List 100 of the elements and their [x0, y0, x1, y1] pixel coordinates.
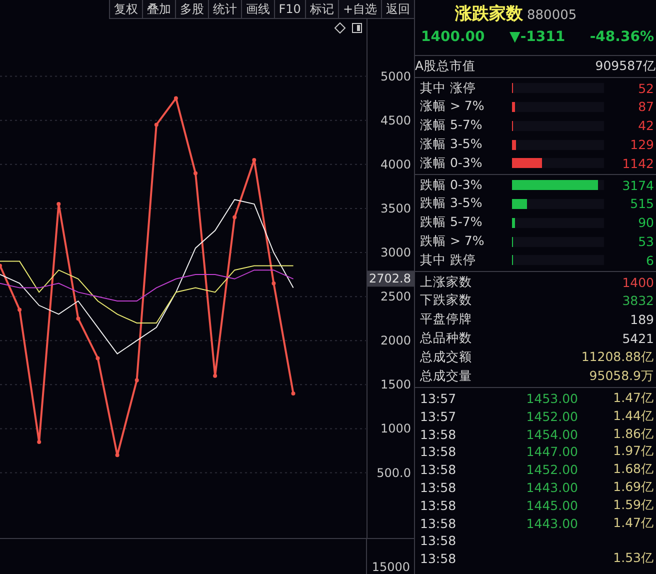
range-label: 跌幅 5-7% — [420, 214, 484, 232]
toolbar-button[interactable]: 多股 — [174, 0, 208, 19]
panel-title: 涨跌家数 — [455, 3, 523, 25]
tick-amount: 1.97亿 — [612, 443, 654, 460]
diamond-icon — [334, 22, 346, 34]
data-point — [194, 171, 198, 176]
axis-label: 4000 — [380, 157, 411, 172]
toolbar-button[interactable]: 画线 — [240, 0, 274, 19]
axis-label: 1500 — [380, 378, 411, 392]
tick-amount: 1.69亿 — [612, 478, 654, 496]
price-value: 1400.00 — [421, 29, 485, 47]
tick-price: 1454.00 — [525, 426, 578, 442]
tick-time: 13:57 — [420, 390, 458, 406]
axis-label: 500.0 — [376, 466, 411, 480]
data-point — [232, 215, 237, 220]
count-value: 6 — [646, 252, 654, 268]
tick-amount: 1.44亿 — [612, 408, 654, 425]
tick-time: 13:58 — [420, 498, 458, 513]
data-point — [272, 281, 276, 286]
tick-price: 1447.00 — [525, 444, 578, 460]
tick-time: 13:57 — [420, 408, 458, 424]
tick-price: 1452.00 — [525, 408, 578, 424]
tick-amount: 1.59亿 — [612, 496, 654, 514]
data-point — [291, 392, 296, 396]
tick-amount: 1.53亿 — [612, 550, 654, 568]
stat-value: 189 — [630, 312, 654, 328]
axis-label: 3000 — [380, 246, 411, 260]
data-point — [115, 453, 120, 458]
count-value: 53 — [638, 234, 654, 250]
range-label: 涨幅 5-7% — [420, 117, 484, 134]
tick-price: 1443.00 — [525, 516, 578, 531]
stat-value: 1400 — [622, 274, 654, 290]
data-point — [213, 374, 218, 378]
axis-label: 2500 — [380, 290, 411, 304]
tick-price: 1452.00 — [525, 462, 578, 478]
data-point — [76, 316, 80, 321]
range-label: 涨幅 > 7% — [420, 98, 486, 116]
axis-label: 3500 — [380, 201, 411, 216]
tick-time: 13:58 — [420, 426, 458, 442]
axis-label: 15000 — [372, 560, 410, 574]
stat-label: 总成交额 — [420, 348, 473, 366]
tick-amount: 1.47亿 — [612, 390, 654, 407]
axis-label: 2000 — [380, 334, 411, 348]
range-label: 其中 涨停 — [420, 80, 477, 97]
toolbar-button[interactable]: 统计 — [208, 0, 241, 19]
axis-label: 1000 — [380, 422, 411, 436]
range-label: 跌幅 3-5% — [420, 195, 484, 212]
stat-label: 总成交量 — [420, 368, 473, 385]
data-point — [252, 158, 256, 162]
stat-label: 总品种数 — [420, 330, 473, 348]
axis-label: 5000 — [380, 69, 411, 84]
count-value: 90 — [638, 215, 654, 230]
current-value-label: 2702.8 — [367, 270, 414, 287]
tick-time: 13:58 — [420, 462, 458, 478]
tick-amount: 1.68亿 — [612, 461, 654, 478]
toolbar-button[interactable]: 返回 — [381, 0, 414, 19]
data-point — [56, 202, 61, 206]
range-label: 涨幅 0-3% — [420, 154, 484, 172]
range-label: 涨幅 3-5% — [420, 136, 484, 154]
stat-label: 上涨家数 — [420, 274, 473, 291]
data-point — [18, 308, 22, 312]
tick-time: 13:58 — [420, 516, 458, 531]
stock-code: 880005 — [527, 8, 577, 23]
stat-label: A股总市值 — [415, 58, 477, 75]
tick-time: 13:58 — [420, 444, 458, 460]
count-value: 52 — [638, 80, 654, 96]
panel-toggle-icon — [352, 23, 362, 33]
toolbar-button[interactable]: 叠加 — [142, 0, 175, 19]
stat-value: 3832 — [622, 293, 654, 308]
count-value: 87 — [638, 99, 654, 114]
stat-value: 909587亿 — [595, 58, 656, 75]
toolbar-button[interactable]: +自选 — [338, 0, 381, 19]
stat-value: 5421 — [622, 331, 654, 346]
tick-amount: 1.47亿 — [612, 514, 654, 532]
stat-value: 11208.88亿 — [581, 348, 654, 366]
data-point — [96, 356, 100, 360]
data-point — [134, 378, 139, 382]
range-label: 其中 跌停 — [420, 252, 477, 269]
tick-time: 13:58 — [420, 480, 458, 495]
count-value: 129 — [630, 137, 654, 152]
range-label: 跌幅 0-3% — [420, 176, 484, 194]
tick-time: 13:58 — [420, 551, 458, 566]
count-value: 1142 — [622, 156, 654, 171]
axis-label: 4500 — [380, 113, 411, 128]
tick-price: 1443.00 — [525, 480, 578, 495]
stat-label: 平盘停牌 — [420, 311, 473, 328]
tick-time: 13:58 — [420, 533, 458, 548]
tick-price: 1453.00 — [525, 390, 578, 406]
toolbar-button[interactable]: 复权 — [108, 0, 142, 19]
tick-amount: 1.86亿 — [612, 426, 654, 443]
data-point — [174, 96, 178, 100]
toolbar-button[interactable]: 标记 — [304, 0, 338, 19]
toolbar-button[interactable]: F10 — [274, 0, 305, 19]
stat-label: 下跌家数 — [420, 292, 473, 310]
count-value: 3174 — [622, 178, 654, 193]
change-percent: -48.36% — [590, 29, 654, 47]
price-change: ▼-1311 — [510, 29, 566, 47]
count-value: 515 — [630, 196, 654, 212]
stat-value: 95058.9万 — [589, 368, 654, 385]
data-point — [37, 440, 42, 444]
